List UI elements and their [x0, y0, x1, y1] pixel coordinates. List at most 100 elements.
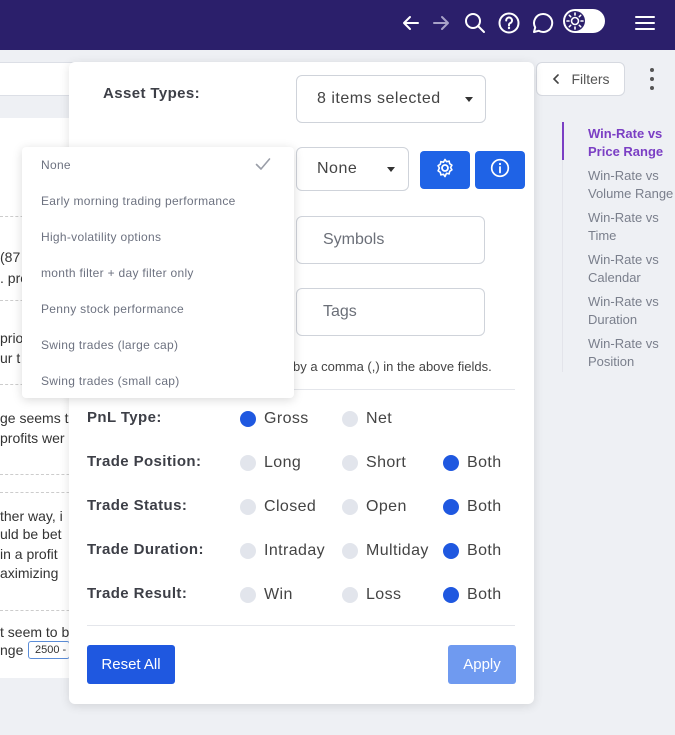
tags-input[interactable]: Tags — [296, 288, 485, 336]
arrow-left-icon[interactable] — [397, 9, 425, 37]
pnl-type-label: PnL Type: — [87, 409, 162, 426]
reset-all-button[interactable]: Reset All — [87, 645, 175, 684]
radio-label: Both — [467, 542, 502, 559]
search-icon[interactable] — [461, 9, 489, 37]
preset-info-button[interactable] — [475, 151, 525, 189]
dropdown-item[interactable]: Swing trades (large cap) — [41, 338, 178, 352]
check-icon — [255, 157, 271, 176]
background-text: ur t — [0, 350, 21, 366]
radio-dot — [443, 499, 459, 515]
dropdown-item[interactable]: Penny stock performance — [41, 302, 184, 316]
top-nav-bar — [0, 0, 675, 50]
radio-result-both[interactable]: Both — [443, 586, 502, 604]
radio-label: Long — [264, 454, 302, 471]
radio-label: Loss — [366, 586, 402, 603]
trade-result-label: Trade Result: — [87, 585, 188, 602]
background-text: profits wer — [0, 430, 65, 446]
radio-dot — [240, 543, 256, 559]
menu-icon[interactable] — [631, 9, 659, 37]
trade-position-label: Trade Position: — [87, 453, 202, 470]
asset-types-label: Asset Types: — [103, 85, 201, 102]
toc-item-price-range[interactable]: Win-Rate vs Price Range — [588, 125, 675, 161]
background-text: uld be bet — [0, 526, 62, 542]
radio-dot — [443, 587, 459, 603]
radio-dot — [240, 455, 256, 471]
dropdown-item[interactable]: High-volatility options — [41, 230, 161, 244]
radio-label: Multiday — [366, 542, 429, 559]
background-text: (87 — [0, 249, 21, 265]
field-hint: by a comma (,) in the above fields. — [293, 359, 492, 374]
chat-icon[interactable] — [529, 9, 557, 37]
radio-label: Intraday — [264, 542, 326, 559]
radio-position-long[interactable]: Long — [240, 454, 301, 472]
radio-status-both[interactable]: Both — [443, 498, 502, 516]
radio-label: Open — [366, 498, 407, 515]
more-options-icon[interactable] — [644, 66, 660, 92]
apply-button[interactable]: Apply — [448, 645, 516, 684]
radio-dot — [342, 543, 358, 559]
arrow-right-icon[interactable] — [427, 9, 455, 37]
info-icon — [490, 158, 510, 183]
radio-label: Gross — [264, 410, 309, 427]
radio-status-closed[interactable]: Closed — [240, 498, 316, 516]
toc-item-position[interactable]: Win-Rate vs Position — [588, 335, 675, 371]
asset-types-value: 8 items selected — [317, 90, 441, 107]
radio-label: Both — [467, 454, 502, 471]
help-icon[interactable] — [495, 9, 523, 37]
radio-result-win[interactable]: Win — [240, 586, 293, 604]
radio-status-open[interactable]: Open — [342, 498, 407, 516]
dropdown-item[interactable]: Swing trades (small cap) — [41, 374, 180, 388]
toc-item-volume-range[interactable]: Win-Rate vs Volume Range — [588, 167, 675, 203]
filters-button[interactable]: Filters — [536, 62, 625, 96]
radio-label: Closed — [264, 498, 317, 515]
symbols-input[interactable]: Symbols — [296, 216, 485, 264]
radio-label: Both — [467, 586, 502, 603]
background-text: prio — [0, 330, 24, 346]
range-chip: 2500 - — [28, 641, 70, 659]
radio-dot — [240, 499, 256, 515]
radio-duration-both[interactable]: Both — [443, 542, 502, 560]
background-text: ge seems t — [0, 410, 69, 426]
preset-dropdown-menu: None Early morning trading performance H… — [22, 147, 294, 398]
radio-label: Net — [366, 410, 393, 427]
caret-down-icon — [387, 167, 395, 172]
radio-label: Short — [366, 454, 407, 471]
toc-item-time[interactable]: Win-Rate vs Time — [588, 209, 675, 245]
radio-dot — [342, 455, 358, 471]
caret-down-icon — [465, 97, 473, 102]
radio-position-both[interactable]: Both — [443, 454, 502, 472]
radio-dot — [443, 543, 459, 559]
dropdown-item[interactable]: month filter + day filter only — [41, 266, 194, 280]
sun-icon — [565, 11, 585, 31]
background-text: ther way, i — [0, 508, 63, 524]
divider — [87, 625, 515, 626]
radio-dot — [240, 587, 256, 603]
toc-item-duration[interactable]: Win-Rate vs Duration — [588, 293, 675, 329]
radio-duration-intraday[interactable]: Intraday — [240, 542, 325, 560]
background-text: nge — [0, 642, 24, 658]
toc-item-calendar[interactable]: Win-Rate vs Calendar — [588, 251, 675, 287]
preset-value: None — [317, 160, 358, 177]
chevron-left-icon — [551, 71, 561, 87]
radio-label: Both — [467, 498, 502, 515]
radio-dot — [443, 455, 459, 471]
radio-dot — [240, 411, 256, 427]
radio-dot — [342, 587, 358, 603]
dropdown-item[interactable]: Early morning trading performance — [41, 194, 236, 208]
asset-types-select[interactable]: 8 items selected — [296, 75, 486, 123]
trade-status-label: Trade Status: — [87, 497, 188, 514]
radio-pnl-gross[interactable]: Gross — [240, 410, 309, 428]
radio-position-short[interactable]: Short — [342, 454, 406, 472]
background-text: t seem to b — [0, 624, 70, 640]
theme-toggle[interactable] — [563, 9, 605, 33]
dropdown-item-none[interactable]: None — [41, 158, 71, 172]
radio-pnl-net[interactable]: Net — [342, 410, 392, 428]
background-text: aximizing — [0, 565, 59, 581]
radio-duration-multiday[interactable]: Multiday — [342, 542, 429, 560]
radio-dot — [342, 411, 358, 427]
radio-result-loss[interactable]: Loss — [342, 586, 401, 604]
radio-dot — [342, 499, 358, 515]
preset-settings-button[interactable] — [420, 151, 470, 189]
background-text: in a profit — [0, 546, 58, 562]
preset-select[interactable]: None — [296, 147, 409, 191]
